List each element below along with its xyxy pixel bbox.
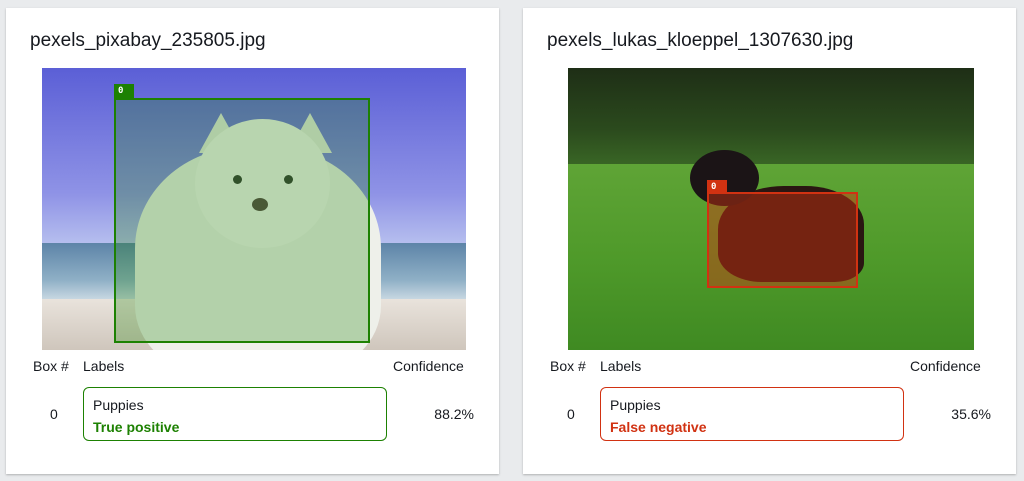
column-header-box: Box #: [550, 358, 586, 374]
image-filename: pexels_pixabay_235805.jpg: [30, 30, 266, 51]
image-result-card: pexels_pixabay_235805.jpg 0 Box # Labels…: [6, 8, 499, 474]
confidence-value: 88.2%: [434, 406, 474, 422]
label-status: False negative: [610, 419, 707, 435]
bounding-box[interactable]: [707, 192, 858, 288]
image-filename: pexels_lukas_kloeppel_1307630.jpg: [547, 30, 854, 51]
column-header-confidence: Confidence: [393, 358, 464, 374]
bounding-box-tag: 0: [114, 84, 134, 98]
column-header-box: Box #: [33, 358, 69, 374]
confidence-value: 35.6%: [951, 406, 991, 422]
label-name: Puppies: [610, 397, 661, 413]
column-header-labels: Labels: [83, 358, 125, 374]
label-box: Puppies False negative: [600, 387, 904, 441]
image-preview[interactable]: 0: [568, 68, 974, 350]
bounding-box[interactable]: [114, 98, 370, 343]
column-header-confidence: Confidence: [910, 358, 981, 374]
label-box: Puppies True positive: [83, 387, 387, 441]
box-index: 0: [50, 406, 58, 422]
column-header-labels: Labels: [600, 358, 642, 374]
box-index: 0: [567, 406, 575, 422]
image-preview[interactable]: 0: [42, 68, 466, 350]
bounding-box-tag: 0: [707, 180, 727, 194]
image-result-card: pexels_lukas_kloeppel_1307630.jpg 0 Box …: [523, 8, 1016, 474]
label-name: Puppies: [93, 397, 144, 413]
label-status: True positive: [93, 419, 180, 435]
